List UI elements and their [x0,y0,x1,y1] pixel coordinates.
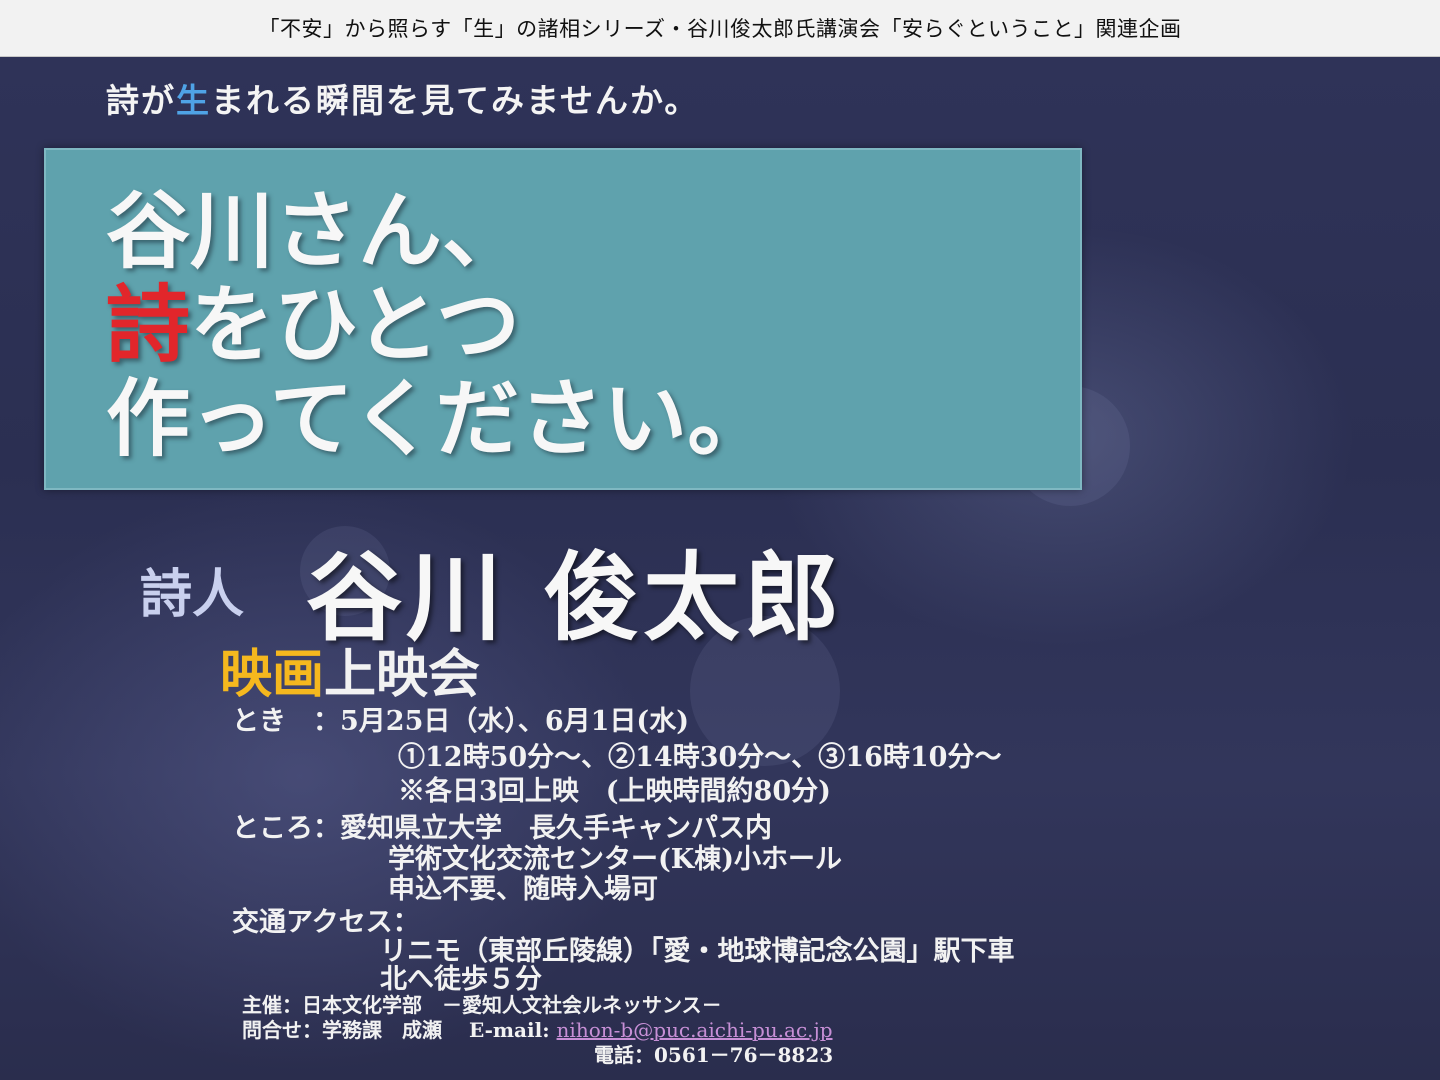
series-title: 「不安」から照らす「生」の諸相シリーズ・谷川俊太郎氏講演会「安らぐということ」関… [258,17,1182,41]
headline: 谷川さん、 詩をひとつ 作ってください。 [106,184,771,466]
when-times: ①12時50分～、②14時30分～、③16時10分～ [398,742,1002,773]
headline-line3: 作ってください。 [106,370,772,468]
lead-after: まれる瞬間を見てみませんか。 [211,81,700,120]
email-link[interactable]: nihon-b@puc.aichi-pu.ac.jp [557,1018,833,1042]
when-dates: 5月25日（水）、6月1日(水) [340,706,689,737]
contact-line: 問合せ：学務課 成瀬 E-mail: nihon-b@puc.aichi-pu.… [242,1017,833,1043]
headline-line2-rest: をひとつ [190,276,521,374]
screening-rest: 上映会 [324,644,481,705]
headline-poem-highlight: 詩 [106,276,191,374]
screening-title: 映画上映会 [220,632,480,707]
headline-line2: 詩をひとつ [106,278,771,372]
where-line2: 学術文化交流センター(K棟)小ホール [388,844,843,875]
where-label: ところ： [232,813,340,844]
contact-prefix: 問合せ：学務課 成瀬 E-mail: [242,1018,557,1042]
when-note: ※各日3回上映 (上映時間約80分) [398,776,831,807]
host-line: 主催：日本文化学部 －愛知人文社会ルネッサンス－ [242,993,722,1017]
where-line1: 愛知県立大学 長久手キャンパス内 [340,813,772,844]
lead-highlight: 生 [176,81,211,120]
series-title-bar: 「不安」から照らす「生」の諸相シリーズ・谷川俊太郎氏講演会「安らぐということ」関… [0,0,1440,57]
poet-label: 詩人 [140,564,245,625]
lead-text: 詩が生まれる瞬間を見てみませんか。 [106,74,699,122]
phone-line: 電話：0561－76－8823 [594,1043,834,1067]
when-row: とき ：5月25日（水）、6月1日(水) [232,705,689,739]
when-label: とき ： [232,706,340,737]
where-line3: 申込不要、随時入場可 [388,874,658,905]
lead-before: 詩が [106,81,176,120]
headline-line1: 谷川さん、 [106,182,527,280]
where-row: ところ：愛知県立大学 長久手キャンパス内 [232,812,772,846]
screening-highlight: 映画 [220,644,325,705]
